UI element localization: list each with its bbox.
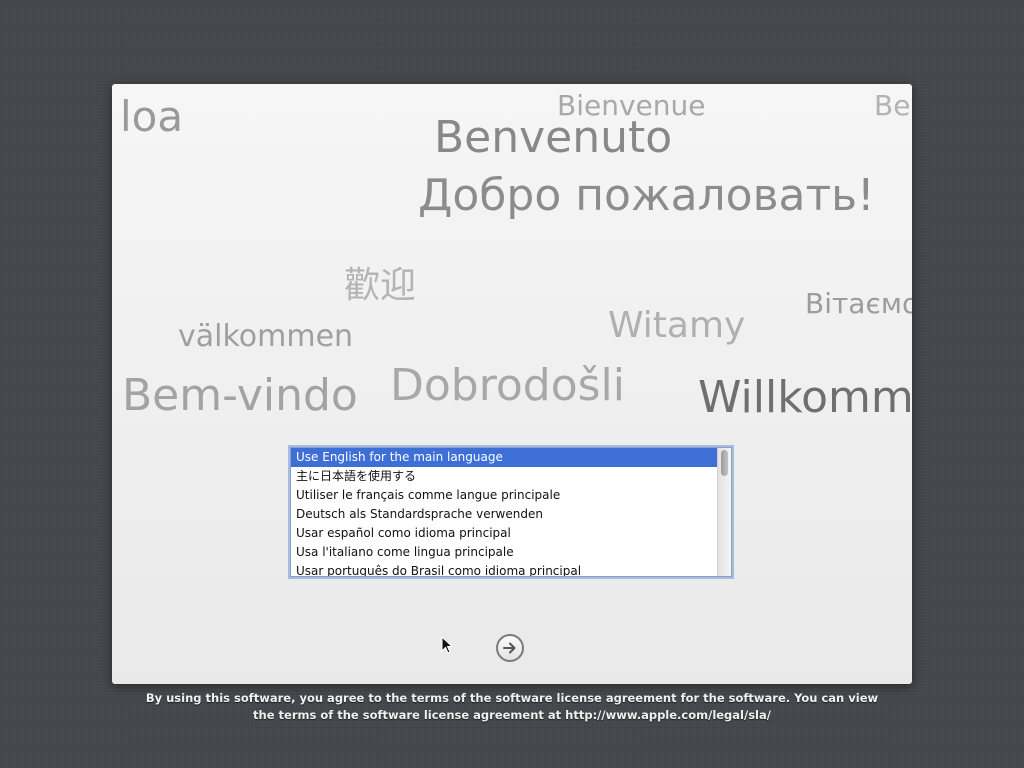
language-item-spanish[interactable]: Usar español como idioma principal (291, 524, 717, 543)
arrow-right-circle-icon (503, 642, 516, 654)
welcome-word-croatian: Dobrodošli (390, 360, 625, 411)
language-list-items: Use English for the main language 主に日本語を… (291, 448, 717, 576)
mouse-pointer-icon (441, 636, 453, 654)
language-list-scrollbar[interactable] (717, 448, 731, 576)
welcome-word-aloha: loa (120, 92, 184, 141)
welcome-word-swedish: välkommen (178, 319, 354, 354)
language-item-italian[interactable]: Usa l'italiano come lingua principale (291, 543, 717, 562)
language-item-english[interactable]: Use English for the main language (291, 448, 717, 467)
welcome-word-chinese: 歡迎 (344, 265, 417, 306)
welcome-word-polish: Witamy (608, 305, 746, 346)
license-line-1: By using this software, you agree to the… (145, 691, 879, 705)
welcome-word-french-2: Be (874, 89, 911, 122)
language-list[interactable]: Use English for the main language 主に日本語を… (290, 447, 732, 577)
language-item-german[interactable]: Deutsch als Standardsprache verwenden (291, 505, 717, 524)
welcome-word-german: Willkomm (698, 372, 912, 423)
welcome-word-ukrainian: Вітаємо (805, 287, 912, 320)
welcome-word-portuguese: Bem-vindo (122, 370, 358, 421)
welcome-word-russian: Добро пожаловать! (418, 170, 875, 221)
scrollbar-thumb[interactable] (721, 450, 728, 476)
welcome-word-italian: Benvenuto (434, 112, 673, 163)
license-line-2: the terms of the software license agreem… (253, 708, 771, 722)
language-item-portuguese[interactable]: Usar português do Brasil como idioma pri… (291, 562, 717, 576)
license-notice: By using this software, you agree to the… (112, 690, 912, 724)
language-item-french[interactable]: Utiliser le français comme langue princi… (291, 486, 717, 505)
language-item-japanese[interactable]: 主に日本語を使用する (291, 467, 717, 486)
continue-button[interactable] (496, 634, 524, 662)
welcome-panel: loa Bienvenue Be Benvenuto Добро пожалов… (112, 84, 912, 684)
